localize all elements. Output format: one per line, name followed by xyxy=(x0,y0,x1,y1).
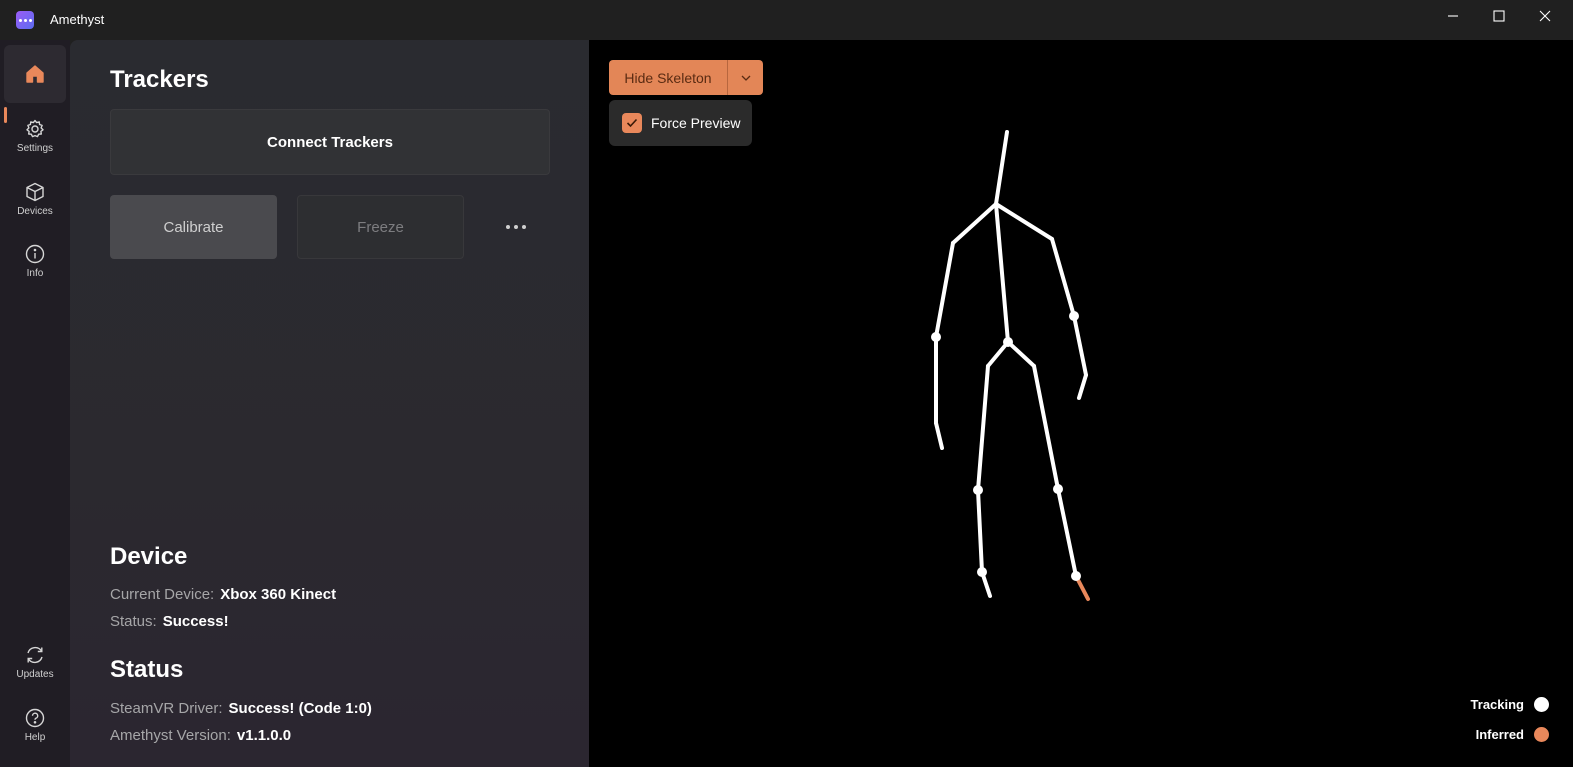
connect-trackers-button[interactable]: Connect Trackers xyxy=(110,109,550,175)
left-elbow-joint xyxy=(931,332,941,342)
right-upper-arm-bone xyxy=(1050,237,1076,318)
trackers-panel: Trackers Connect Trackers Calibrate Free… xyxy=(70,40,589,767)
nav-devices[interactable]: Devices xyxy=(4,170,66,228)
legend-inferred: Inferred xyxy=(1476,727,1549,742)
refresh-icon xyxy=(27,646,43,664)
spine-bone xyxy=(994,202,1010,344)
legend-tracking-label: Tracking xyxy=(1470,697,1524,712)
minimize-icon xyxy=(1448,15,1458,17)
amethyst-logo-icon xyxy=(16,11,34,29)
minimize-button[interactable] xyxy=(1430,0,1476,32)
left-shoulder-bone xyxy=(951,202,998,245)
neck-bone xyxy=(994,130,1009,206)
right-shin-bone xyxy=(1056,487,1078,578)
tracking-dot-icon xyxy=(1534,697,1549,712)
version-key: Amethyst Version: xyxy=(110,727,231,744)
close-icon xyxy=(1539,10,1551,22)
help-icon xyxy=(25,708,45,728)
legend-tracking: Tracking xyxy=(1471,697,1549,712)
legend-inferred-label: Inferred xyxy=(1475,727,1524,742)
nav-info[interactable]: Info xyxy=(4,232,66,290)
info-icon xyxy=(25,244,45,264)
more-options-button[interactable] xyxy=(494,212,538,242)
nav-settings[interactable]: Settings xyxy=(4,107,66,165)
left-ankle-joint xyxy=(977,567,987,577)
driver-status-value: Success! (Code 1:0) xyxy=(228,700,372,717)
right-hip-bone xyxy=(1006,340,1036,368)
right-thigh-bone xyxy=(1032,364,1060,491)
maximize-icon xyxy=(1493,10,1505,22)
more-dot-icon xyxy=(506,225,510,229)
skeleton-preview: Hide Skeleton Force Preview Tracking Inf… xyxy=(589,40,1573,767)
right-elbow-joint xyxy=(1069,311,1079,321)
right-hand-bone xyxy=(1077,373,1088,400)
maximize-button[interactable] xyxy=(1476,0,1522,32)
left-shin-bone xyxy=(976,488,984,574)
right-forearm-bone xyxy=(1072,314,1088,377)
current-device-row: Current Device: Xbox 360 Kinect xyxy=(110,586,336,603)
page-title: Trackers xyxy=(110,66,209,93)
device-heading: Device xyxy=(110,543,188,570)
home-icon xyxy=(26,65,44,83)
title-bar: Amethyst xyxy=(0,0,1573,40)
right-knee-joint xyxy=(1053,484,1063,494)
close-button[interactable] xyxy=(1522,0,1568,32)
more-dot-icon xyxy=(522,225,526,229)
device-status-key: Status: xyxy=(110,613,157,630)
calibrate-button[interactable]: Calibrate xyxy=(110,195,277,259)
hip-center-joint xyxy=(1003,337,1013,347)
nav-help[interactable]: Help xyxy=(4,696,66,754)
driver-status-key: SteamVR Driver: xyxy=(110,700,223,717)
more-dot-icon xyxy=(514,225,518,229)
cube-icon xyxy=(26,182,44,202)
nav-devices-label: Devices xyxy=(17,206,53,217)
inferred-dot-icon xyxy=(1534,727,1549,742)
right-ankle-joint xyxy=(1071,571,1081,581)
nav-help-label: Help xyxy=(24,732,46,743)
status-heading: Status xyxy=(110,656,184,683)
driver-status-row: SteamVR Driver: Success! (Code 1:0) xyxy=(110,700,372,717)
device-status-value: Success! xyxy=(162,613,229,630)
left-knee-joint xyxy=(973,485,983,495)
left-hand-bone xyxy=(934,421,944,450)
version-value: v1.1.0.0 xyxy=(236,727,292,744)
skeleton-figure xyxy=(931,130,1090,601)
nav-settings-label: Settings xyxy=(16,143,54,154)
left-thigh-bone xyxy=(976,364,990,492)
version-row: Amethyst Version: v1.1.0.0 xyxy=(110,727,291,744)
current-device-value: Xbox 360 Kinect xyxy=(220,586,337,603)
right-shoulder-bone xyxy=(994,202,1054,241)
gear-icon xyxy=(26,119,44,138)
app-title: Amethyst xyxy=(50,12,105,27)
nav-updates[interactable]: Updates xyxy=(4,633,66,691)
freeze-button[interactable]: Freeze xyxy=(297,195,464,259)
left-upper-arm-bone xyxy=(934,241,955,339)
nav-home[interactable] xyxy=(4,45,66,103)
nav-updates-label: Updates xyxy=(16,669,54,680)
navigation-rail: Settings Devices Info Updates Help xyxy=(0,40,70,767)
current-device-key: Current Device: xyxy=(110,586,215,603)
device-status-row: Status: Success! xyxy=(110,613,229,630)
nav-info-label: Info xyxy=(26,268,44,279)
